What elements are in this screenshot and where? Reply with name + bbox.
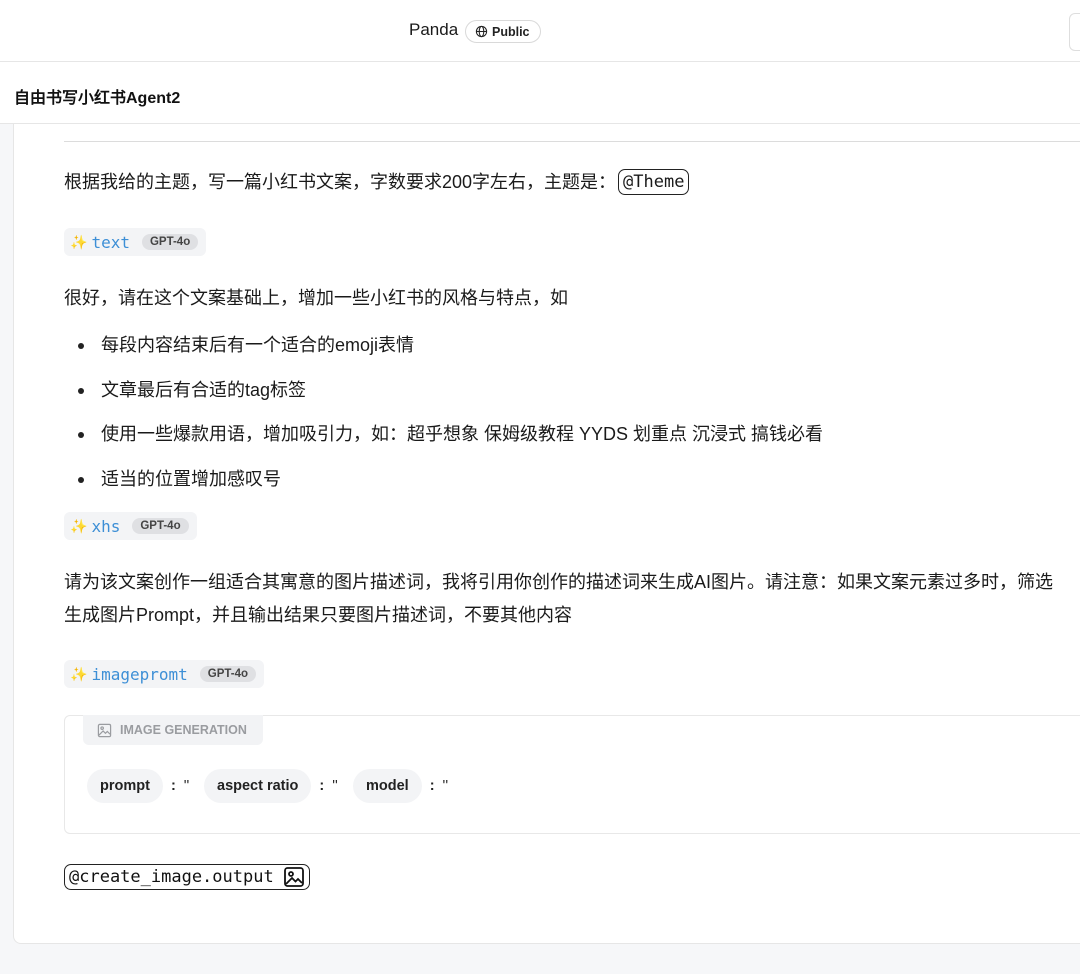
list-item[interactable]: 每段内容结束后有一个适合的emoji表情 [64,325,823,370]
param-separator: : [319,778,325,794]
llm-block-chip[interactable]: ✨ text GPT-4o [64,228,207,256]
output-variable-name: imagepromt [91,664,188,684]
prompt-paragraph-2[interactable]: 很好，请在这个文案基础上，增加一些小红书的风格与特点，如 [64,282,568,315]
prompt-paragraph-1[interactable]: 根据我给的主题，写一篇小红书文案，字数要求200字左右，主题是： @Theme [64,166,690,199]
param-prompt[interactable]: prompt : '' [87,769,189,803]
app-name: Panda [409,20,459,39]
output-variable-name: xhs [91,516,121,536]
visibility-label: Public [492,24,530,39]
param-separator: : [170,778,176,794]
sparkles-icon: ✨ [70,665,88,682]
sparkles-icon: ✨ [70,233,88,250]
image-generation-label: IMAGE GENERATION [83,715,263,745]
image-generation-label-text: IMAGE GENERATION [120,723,247,737]
param-name: model [353,769,422,803]
param-value[interactable]: '' [184,778,190,794]
divider [64,141,1080,142]
param-value[interactable]: '' [332,778,338,794]
llm-block-chip[interactable]: ✨ xhs GPT-4o [64,512,197,540]
output-mention[interactable]: @create_image.output [64,864,310,890]
param-name: prompt [87,769,163,803]
prompt-text: 根据我给的主题，写一篇小红书文案，字数要求200字左右，主题是： [64,172,617,192]
prompt-paragraph-3[interactable]: 请为该文案创作一组适合其寓意的图片描述词，我将引用你创作的描述词来生成AI图片。… [64,566,1053,599]
param-name: aspect ratio [204,769,312,803]
model-badge: GPT-4o [132,518,189,534]
output-mention-text: @create_image.output [69,867,274,887]
param-aspect-ratio[interactable]: aspect ratio : '' [204,769,338,803]
theme-mention[interactable]: @Theme [618,169,690,195]
visibility-badge[interactable]: Public [465,20,541,43]
prompt-paragraph-3-continued[interactable]: 生成图片Prompt，并且输出结果只要图片描述词，不要其他内容 [64,599,572,632]
list-item[interactable]: 文章最后有合适的tag标签 [64,370,823,415]
image-icon [97,723,112,737]
sparkles-icon: ✨ [70,517,88,534]
output-variable-name: text [91,232,130,252]
top-bar: Panda Public [0,0,1080,62]
param-separator: : [429,778,435,794]
top-right-button[interactable] [1069,13,1080,51]
llm-block-chip[interactable]: ✨ imagepromt GPT-4o [64,660,265,688]
model-badge: GPT-4o [199,666,257,682]
globe-icon [475,25,488,38]
doc-title: 自由书写小红书Agent2 [14,90,181,107]
image-generation-block[interactable]: IMAGE GENERATION prompt : '' aspect rati… [64,715,1080,834]
param-model[interactable]: model : '' [353,769,448,803]
model-badge: GPT-4o [141,234,199,250]
image-icon [283,867,304,887]
param-value[interactable]: '' [443,778,449,794]
bullet-list: 每段内容结束后有一个适合的emoji表情 文章最后有合适的tag标签 使用一些爆… [64,325,823,503]
list-item[interactable]: 适当的位置增加感叹号 [64,459,823,504]
list-item[interactable]: 使用一些爆款用语，增加吸引力，如：超乎想象 保姆级教程 YYDS 划重点 沉浸式… [64,414,823,459]
doc-header: 自由书写小红书Agent2 [0,62,1080,124]
